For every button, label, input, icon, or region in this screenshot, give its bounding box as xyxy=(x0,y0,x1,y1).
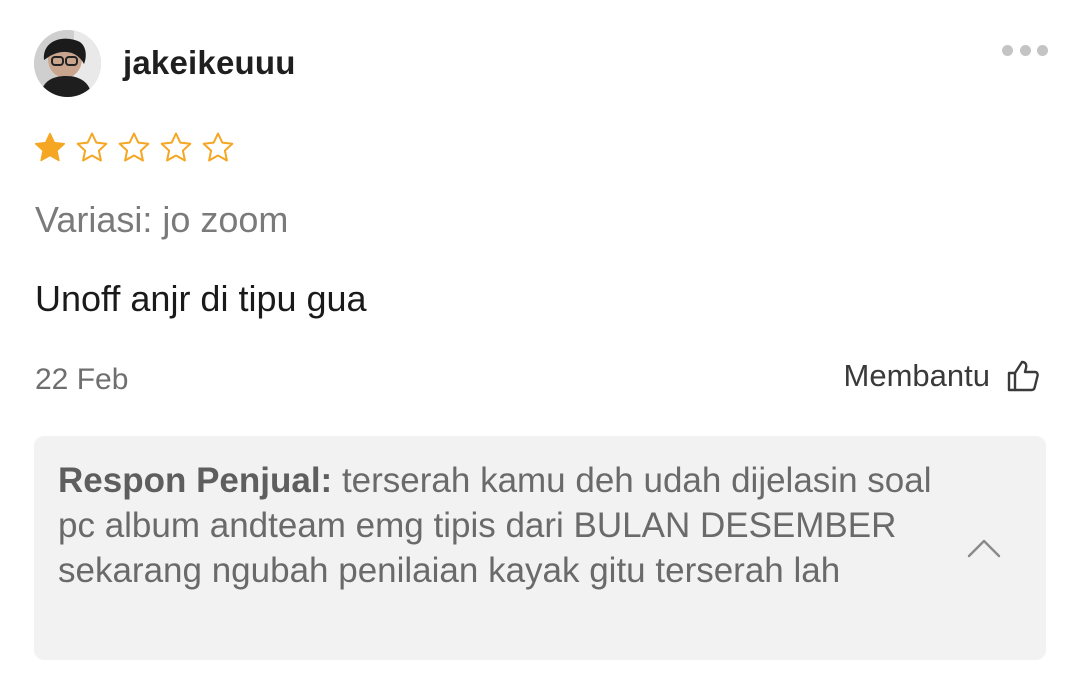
review-header: jakeikeuuu xyxy=(34,29,296,97)
star-empty-icon xyxy=(201,131,235,164)
collapse-button[interactable] xyxy=(966,536,1002,560)
review-text: Unoff anjr di tipu gua xyxy=(35,278,367,319)
helpful-label: Membantu xyxy=(843,358,990,393)
review-date: 22 Feb xyxy=(35,363,129,396)
star-empty-icon xyxy=(75,131,109,164)
username[interactable]: jakeikeuuu xyxy=(123,44,296,82)
chevron-up-icon xyxy=(967,539,1001,558)
more-horizontal-icon xyxy=(1002,44,1013,56)
seller-response-box: Respon Penjual: terserah kamu deh udah d… xyxy=(34,436,1046,660)
helpful-button[interactable]: Membantu xyxy=(844,358,1040,394)
star-filled-icon xyxy=(33,131,67,164)
star-rating xyxy=(33,131,235,164)
seller-response-text: Respon Penjual: terserah kamu deh udah d… xyxy=(58,458,958,593)
star-empty-icon xyxy=(159,131,193,164)
seller-response-label: Respon Penjual: xyxy=(58,461,333,500)
more-dot xyxy=(1037,44,1048,56)
review-card: jakeikeuuu Variasi: jo zoom Unoff anjr d… xyxy=(0,0,1080,677)
more-dot xyxy=(1019,44,1031,56)
avatar[interactable] xyxy=(34,29,101,97)
more-options-button[interactable] xyxy=(1002,42,1048,58)
thumbs-up-icon xyxy=(1006,359,1040,393)
star-empty-icon xyxy=(117,131,151,164)
variation-label: Variasi: jo zoom xyxy=(35,199,289,240)
